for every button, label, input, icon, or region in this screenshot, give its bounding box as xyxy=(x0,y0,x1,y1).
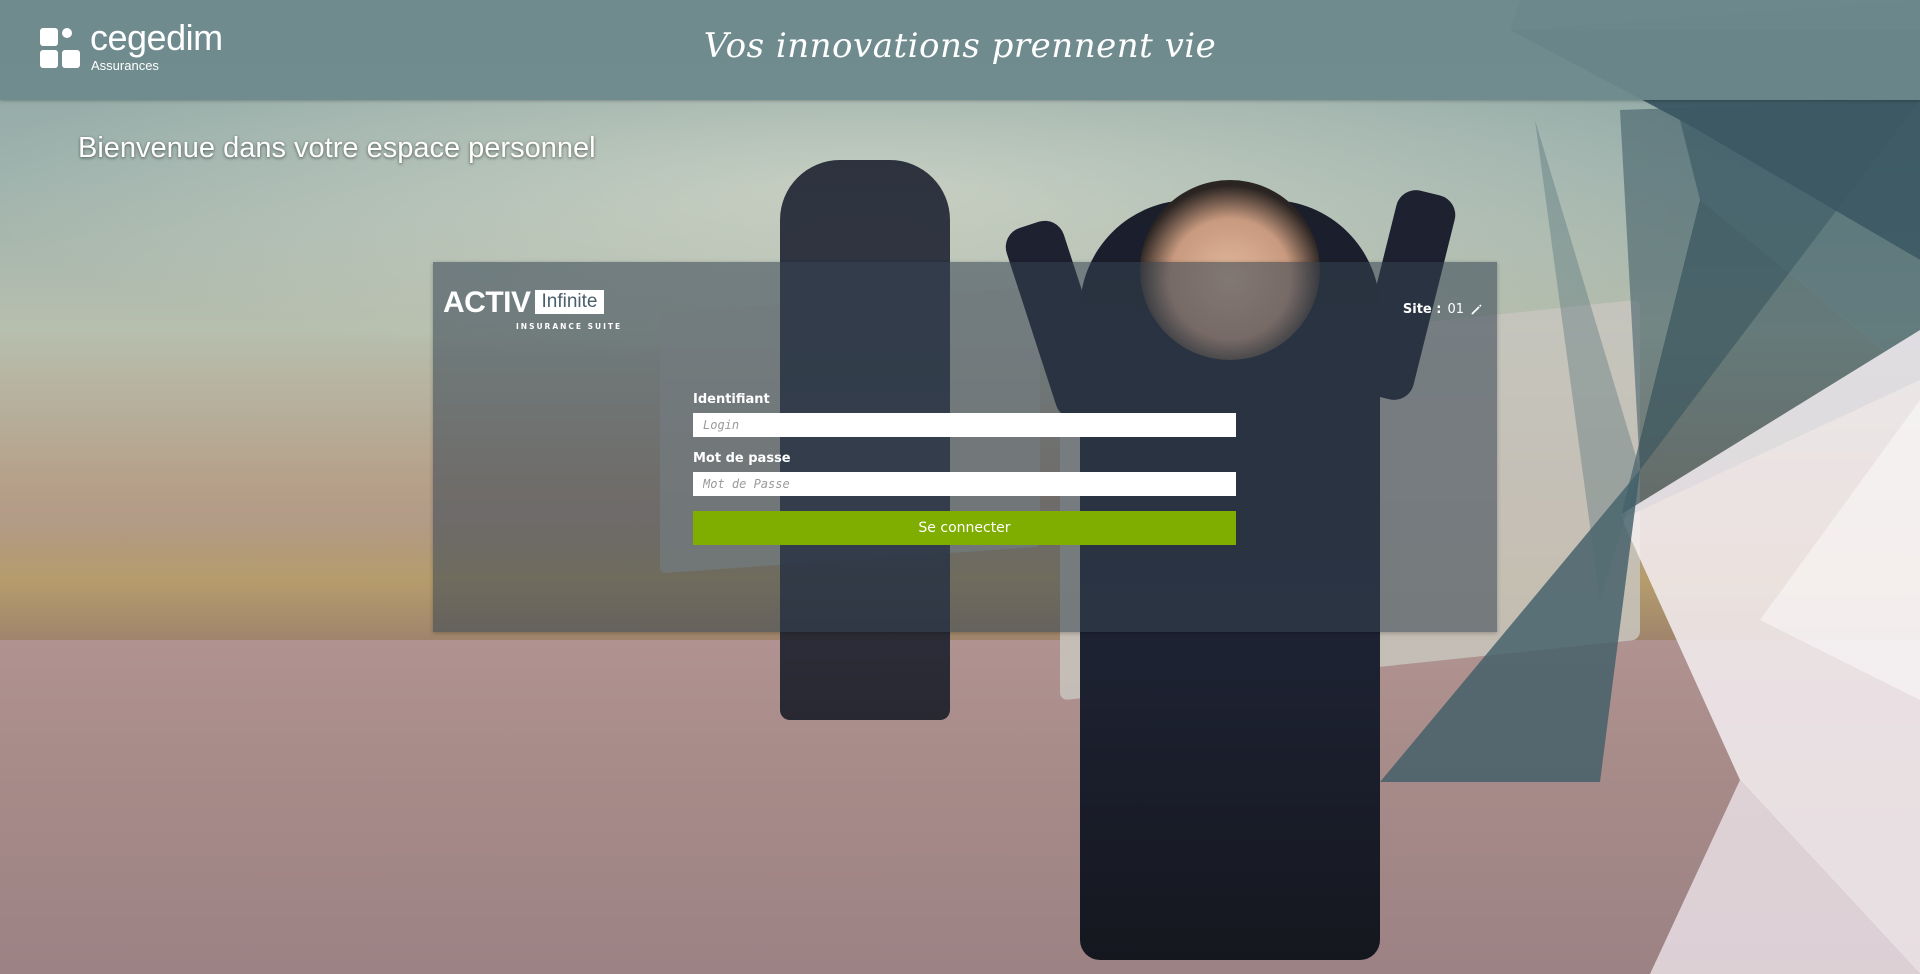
road xyxy=(0,640,1920,974)
password-input[interactable] xyxy=(693,472,1236,496)
top-header: cegedim Assurances Vos innovations prenn… xyxy=(0,0,1920,100)
activ-suite: INSURANCE SUITE xyxy=(516,322,623,331)
site-selector[interactable]: Site : 01 xyxy=(1403,302,1483,317)
login-form: Identifiant Mot de passe Se connecter xyxy=(693,392,1236,545)
username-label: Identifiant xyxy=(693,392,770,407)
activ-badge: Infinite xyxy=(534,290,605,314)
activ-infinite-logo: ACTIV Infinite INSURANCE SUITE xyxy=(443,276,620,331)
login-button[interactable]: Se connecter xyxy=(693,511,1236,545)
page-title: Bienvenue dans votre espace personnel xyxy=(78,132,596,164)
activ-word: ACTIV xyxy=(443,286,531,319)
username-input[interactable] xyxy=(693,413,1236,437)
password-label: Mot de passe xyxy=(693,451,791,466)
site-value: 01 xyxy=(1447,302,1464,317)
site-label: Site : xyxy=(1402,302,1442,317)
tagline: Vos innovations prennent vie xyxy=(703,26,1217,66)
login-panel: ACTIV Infinite INSURANCE SUITE Site : 01 … xyxy=(433,262,1497,632)
pencil-icon[interactable] xyxy=(1470,303,1483,316)
